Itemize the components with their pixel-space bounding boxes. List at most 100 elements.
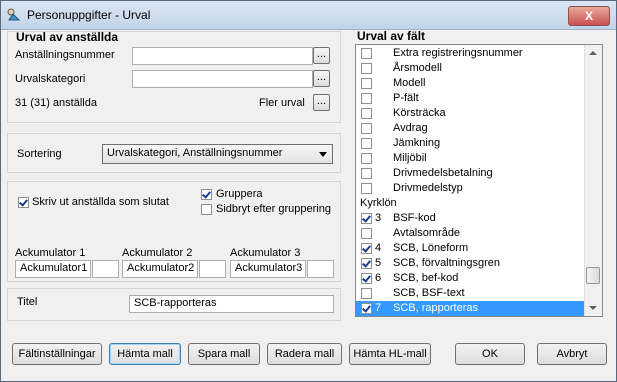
field-label: Miljöbil (393, 152, 427, 164)
employee-number-input[interactable] (132, 47, 313, 65)
accumulator-1-label: Ackumulator 1 (15, 247, 86, 259)
fields-list-item[interactable]: 4 SCB, Löneform (356, 241, 586, 256)
employee-selection-panel: Urval av anställda Anställningsnummer ..… (7, 30, 341, 123)
group-label[interactable]: Gruppera (216, 188, 262, 200)
category-browse-button[interactable]: ... (313, 70, 330, 87)
fields-list-item[interactable]: P-fält (356, 91, 586, 106)
field-checkbox[interactable] (361, 288, 372, 299)
fields-list-item[interactable]: Modell (356, 76, 586, 91)
fields-list-item[interactable]: 5 SCB, förvaltningsgren (356, 256, 586, 271)
accumulator-3-extra-input[interactable] (307, 260, 334, 278)
field-label: Avdrag (393, 122, 428, 134)
field-order-number: 6 (375, 272, 382, 284)
fields-list-item[interactable]: SCB, BSF-text (356, 286, 586, 301)
field-label: SCB, BSF-text (393, 287, 465, 299)
field-checkbox[interactable] (361, 138, 372, 149)
fields-list-item[interactable]: 6 SCB, bef-kod (356, 271, 586, 286)
title-field-input[interactable]: SCB-rapporteras (129, 295, 334, 313)
accumulator-2-label: Ackumulator 2 (122, 247, 193, 259)
field-checkbox[interactable] (361, 153, 372, 164)
fields-list-item[interactable]: Extra registreringsnummer (356, 46, 586, 61)
field-checkbox[interactable] (361, 93, 372, 104)
chevron-down-icon (319, 152, 327, 157)
fields-list-item[interactable]: 3 BSF-kod (356, 211, 586, 226)
get-template-button[interactable]: Hämta mall (109, 343, 181, 365)
field-label: SCB, bef-kod (393, 272, 459, 284)
field-checkbox[interactable] (361, 123, 372, 134)
field-checkbox[interactable] (361, 78, 372, 89)
accumulator-3-input[interactable]: Ackumulator3 (230, 260, 306, 278)
sorting-panel: Sortering Urvalskategori, Anställningsnu… (7, 133, 341, 173)
title-field-label: Titel (17, 296, 38, 308)
field-checkbox[interactable] (361, 273, 372, 284)
fields-list-item[interactable]: Körsträcka (356, 106, 586, 121)
fields-list-item[interactable]: 7 SCB, rapporteras (356, 301, 586, 316)
ok-button[interactable]: OK (455, 343, 525, 365)
fields-list-item[interactable]: Avtalsområde (356, 226, 586, 241)
group-checkbox[interactable] (201, 189, 212, 200)
fields-list-item[interactable]: Drivmedelstyp (356, 181, 586, 196)
save-template-button[interactable]: Spara mall (188, 343, 260, 365)
field-checkbox[interactable] (361, 303, 372, 314)
dialog-window: Personuppgifter - Urval X Urval av anstä… (0, 0, 617, 382)
category-input[interactable] (132, 70, 313, 88)
fields-scrollbar[interactable] (584, 45, 602, 316)
field-label: Körsträcka (393, 107, 446, 119)
more-selection-label: Fler urval (259, 97, 305, 109)
field-label: Drivmedelsbetalning (393, 167, 493, 179)
field-checkbox[interactable] (361, 213, 372, 224)
scroll-down-icon[interactable] (585, 300, 601, 316)
title-panel: Titel SCB-rapporteras (7, 288, 341, 321)
accumulator-1-input[interactable]: Ackumulator1 (15, 260, 91, 278)
close-button[interactable]: X (568, 6, 610, 26)
field-label: Drivmedelstyp (393, 182, 463, 194)
accumulator-2-input[interactable]: Ackumulator2 (122, 260, 198, 278)
get-hl-template-button[interactable]: Hämta HL-mall (349, 343, 431, 365)
field-checkbox[interactable] (361, 183, 372, 194)
field-checkbox[interactable] (361, 48, 372, 59)
page-break-label[interactable]: Sidbryt efter gruppering (216, 203, 331, 215)
field-checkbox[interactable] (361, 108, 372, 119)
field-settings-button[interactable]: Fältinställningar (12, 343, 102, 365)
scroll-thumb[interactable] (586, 267, 600, 284)
accumulator-2-extra-input[interactable] (199, 260, 226, 278)
fields-list-item[interactable]: Jämkning (356, 136, 586, 151)
field-checkbox[interactable] (361, 168, 372, 179)
field-group-label: Kyrklön (360, 197, 397, 209)
fields-list[interactable]: Extra registreringsnummer Årsmodell Modell… (355, 44, 603, 317)
field-checkbox[interactable] (361, 258, 372, 269)
title-bar[interactable]: Personuppgifter - Urval X (1, 1, 616, 30)
field-checkbox[interactable] (361, 228, 372, 239)
field-order-number: 7 (375, 302, 382, 314)
fields-list-item[interactable]: Miljöbil (356, 151, 586, 166)
fields-list-item[interactable]: Kyrklön (356, 196, 586, 211)
field-checkbox[interactable] (361, 63, 372, 74)
field-order-number: 3 (375, 212, 382, 224)
accumulator-1-extra-input[interactable] (92, 260, 119, 278)
fields-heading: Urval av fält (357, 29, 426, 43)
cancel-button[interactable]: Avbryt (537, 343, 607, 365)
scroll-up-icon[interactable] (585, 45, 601, 61)
field-label: Modell (393, 77, 426, 89)
sorting-label: Sortering (17, 148, 62, 160)
delete-template-button[interactable]: Radera mall (267, 343, 342, 365)
field-label: BSF-kod (393, 212, 436, 224)
employee-count: 31 (31) anställda (15, 97, 97, 109)
field-label: SCB, förvaltningsgren (393, 257, 500, 269)
field-label: Årsmodell (393, 62, 442, 74)
more-selection-button[interactable]: ... (313, 94, 330, 111)
field-label: P-fält (393, 92, 419, 104)
field-checkbox[interactable] (361, 243, 372, 254)
field-label: SCB, Löneform (393, 242, 469, 254)
sorting-dropdown[interactable]: Urvalskategori, Anställningsnummer (102, 144, 333, 164)
employee-selection-heading: Urval av anställda (16, 30, 119, 44)
fields-list-item[interactable]: Årsmodell (356, 61, 586, 76)
window-title: Personuppgifter - Urval (27, 8, 151, 22)
print-terminated-label[interactable]: Skriv ut anställda som slutat (32, 196, 169, 208)
page-break-checkbox[interactable] (201, 204, 212, 215)
field-label: Extra registreringsnummer (393, 47, 523, 59)
employee-number-browse-button[interactable]: ... (313, 47, 330, 64)
fields-list-item[interactable]: Avdrag (356, 121, 586, 136)
fields-list-item[interactable]: Drivmedelsbetalning (356, 166, 586, 181)
print-terminated-checkbox[interactable] (18, 197, 29, 208)
